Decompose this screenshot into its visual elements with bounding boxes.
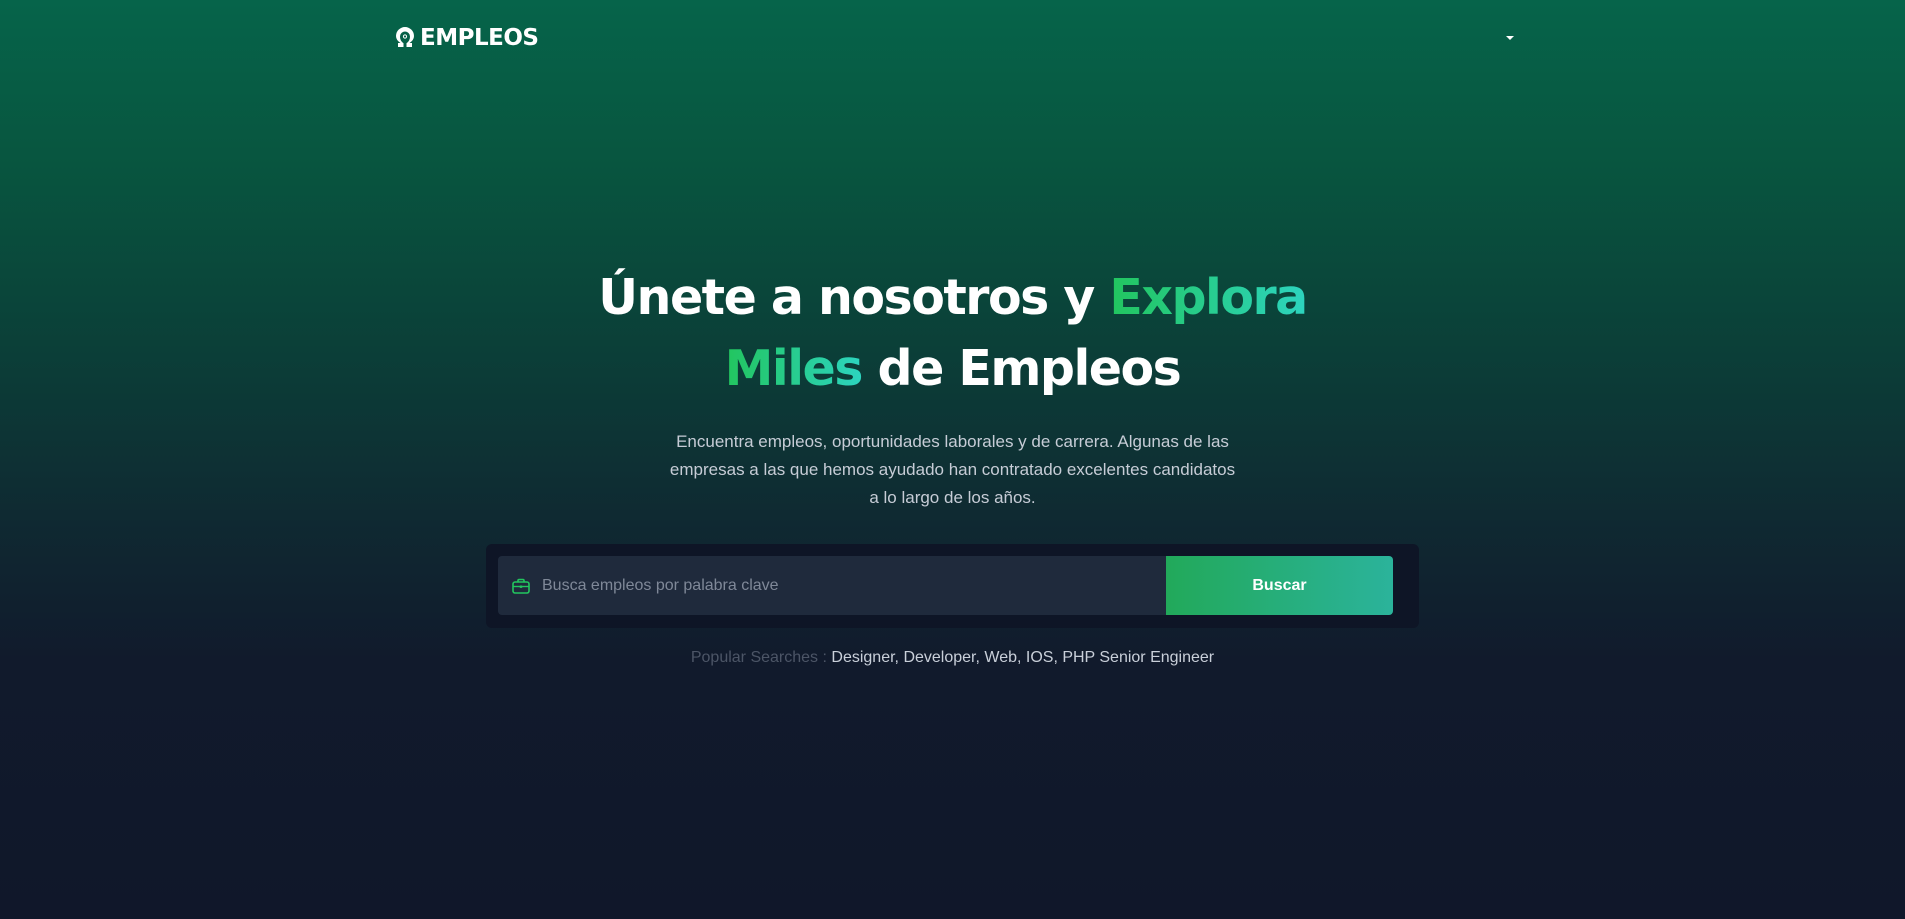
popular-search-link[interactable]: IOS	[1026, 649, 1054, 666]
hero-subtitle: Encuentra empleos, oportunidades laboral…	[669, 432, 1236, 507]
popular-search-separator: ,	[1016, 649, 1026, 666]
popular-search-link[interactable]: PHP Senior Engineer	[1062, 649, 1214, 666]
popular-searches: Popular Searches : Designer, Developer, …	[0, 648, 1905, 668]
caret-down-icon	[1506, 36, 1514, 40]
popular-searches-label: Popular Searches :	[690, 649, 832, 666]
hero-title: Únete a nosotros y Explora Miles de Emple…	[0, 262, 1905, 404]
horseshoe-magnet-icon	[393, 26, 417, 50]
hero-title-accent1: Explora	[1109, 269, 1308, 326]
search-card: Buscar	[486, 544, 1419, 628]
search-input[interactable]	[540, 564, 1166, 607]
brand-logo-link[interactable]: EMPLEOS	[393, 22, 539, 54]
search-field[interactable]	[498, 556, 1166, 615]
hero-title-accent2: Miles	[724, 340, 864, 397]
popular-search-separator: ,	[1053, 649, 1063, 666]
hero-title-part1: Únete a nosotros y	[598, 269, 1110, 326]
language-dropdown[interactable]	[1500, 30, 1520, 46]
briefcase-icon	[512, 577, 530, 595]
navbar: EMPLEOS	[0, 0, 1905, 76]
search-button[interactable]: Buscar	[1166, 556, 1393, 615]
popular-search-link[interactable]: Designer	[831, 649, 894, 666]
popular-search-link[interactable]: Web	[984, 649, 1017, 666]
popular-search-link[interactable]: Developer	[903, 649, 975, 666]
hero-title-part2: de Empleos	[861, 340, 1181, 397]
brand-name: EMPLEOS	[420, 25, 539, 51]
